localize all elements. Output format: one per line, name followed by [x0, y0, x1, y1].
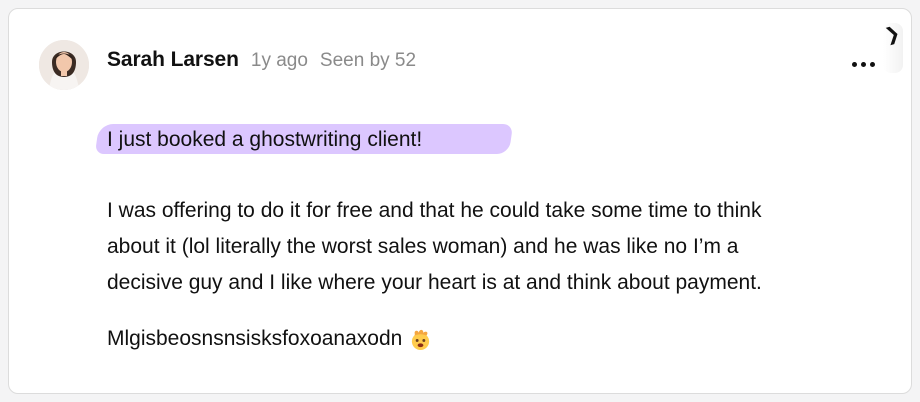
post-last-line: Mlgisbeosnsnsisksfoxoanaxodn	[107, 327, 432, 351]
avatar-image	[39, 40, 89, 90]
post-meta: Sarah Larsen 1y ago Seen by 52	[107, 48, 416, 72]
highlighted-message: I just booked a ghostwriting client!	[94, 115, 517, 159]
highlight-text: I just booked a ghostwriting client!	[107, 128, 423, 151]
exploding-head-icon	[412, 329, 430, 350]
more-horizontal-icon	[869, 61, 875, 67]
post-card: ❯ Sarah Larsen 1y ago Seen by 52 I just …	[8, 8, 912, 394]
body-line: about it (lol literally the worst sales …	[107, 235, 739, 258]
post-time: 1y ago	[250, 50, 308, 71]
body-line: I was offering to do it for free and tha…	[107, 199, 762, 222]
more-horizontal-icon	[851, 61, 857, 67]
more-options-button[interactable]	[847, 55, 879, 73]
more-horizontal-icon	[860, 61, 866, 67]
author-name[interactable]: Sarah Larsen	[107, 48, 239, 72]
seen-count[interactable]: Seen by 52	[320, 50, 416, 72]
body-line: decisive guy and I like where your heart…	[107, 271, 762, 294]
last-line-text: Mlgisbeosnsnsisksfoxoanaxodn	[107, 327, 403, 350]
post-body: I was offering to do it for free and tha…	[107, 193, 897, 301]
avatar[interactable]	[39, 40, 89, 90]
